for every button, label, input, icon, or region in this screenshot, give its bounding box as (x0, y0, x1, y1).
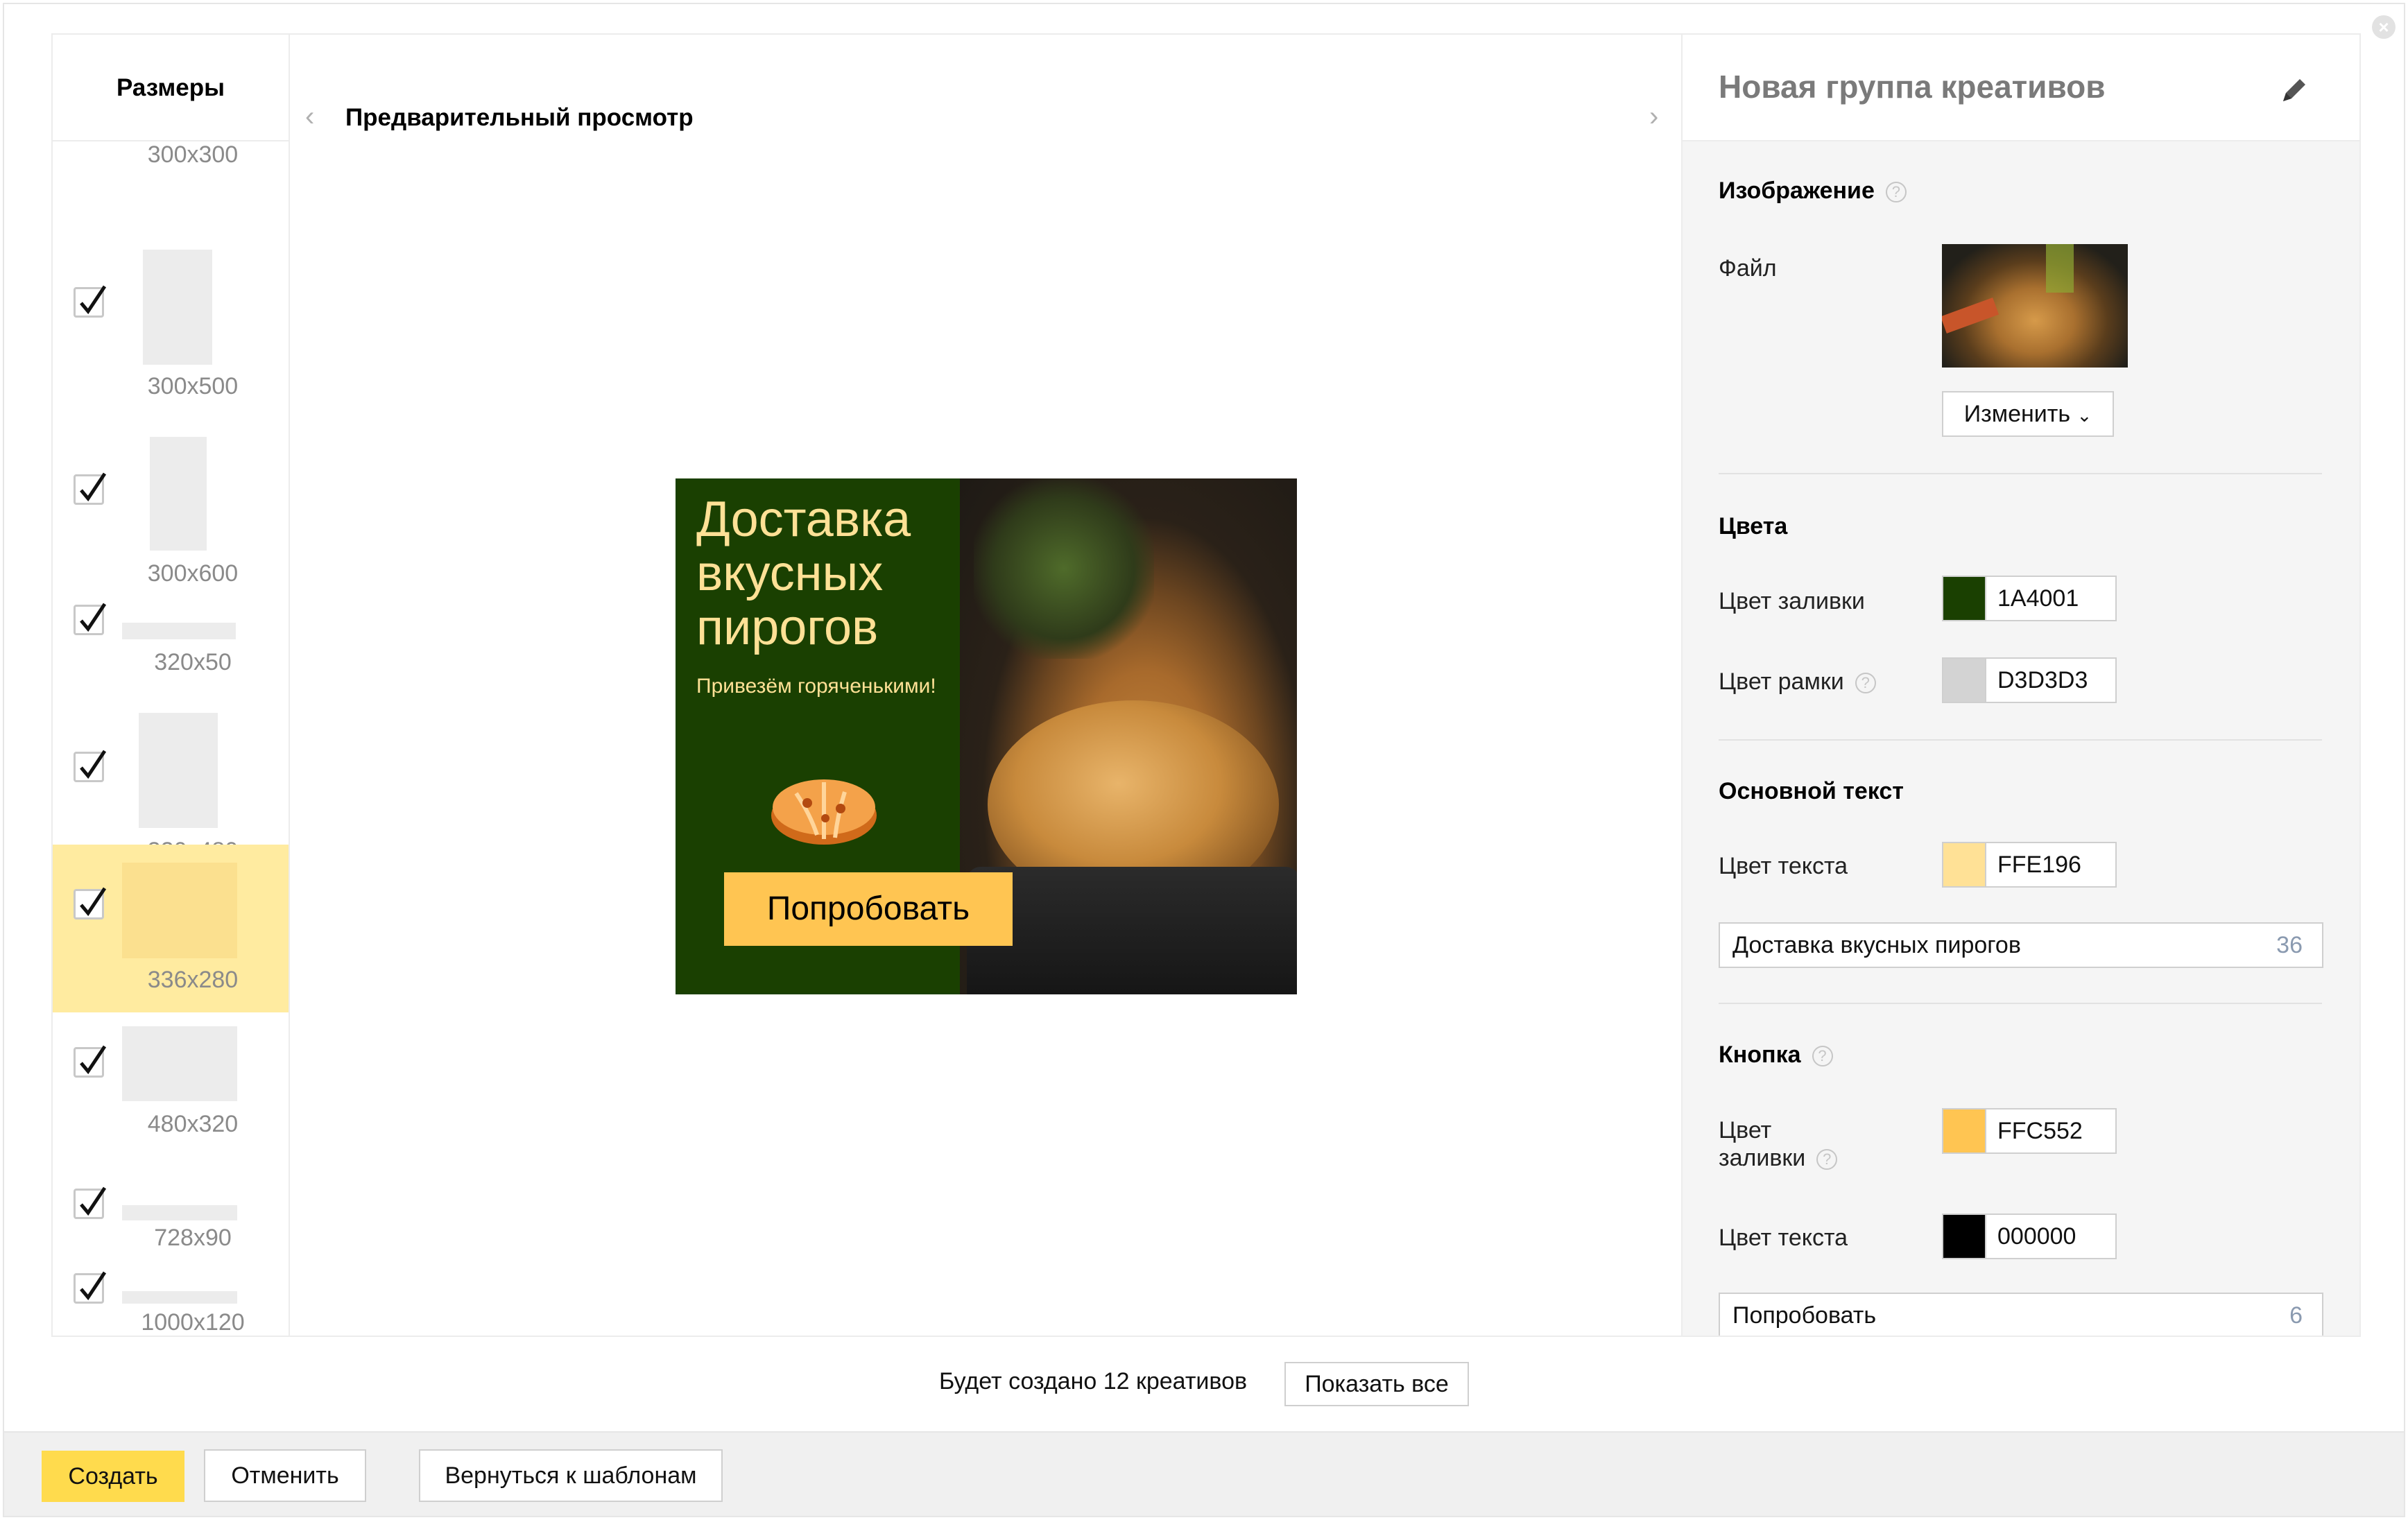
color-swatch[interactable] (1942, 576, 1986, 621)
size-thumbnail (122, 1291, 237, 1304)
group-title: Новая группа креативов (1719, 69, 2106, 105)
size-item-480x320[interactable]: 480x320 (53, 1012, 289, 1169)
checkmark-icon (80, 887, 107, 917)
size-thumbnail (143, 250, 212, 365)
char-counter: 36 (2276, 932, 2303, 958)
checkmark-icon (80, 603, 107, 632)
size-thumbnail (122, 1205, 237, 1220)
file-label: Файл (1719, 255, 1777, 282)
help-icon[interactable]: ? (1812, 1046, 1833, 1067)
checkmark-icon (80, 472, 107, 502)
button-section-title: Кнопка? (1719, 1042, 1833, 1069)
help-icon[interactable]: ? (1885, 182, 1907, 203)
color-swatch[interactable] (1942, 1108, 1986, 1154)
size-checkbox[interactable] (74, 750, 107, 782)
divider (1719, 1003, 2322, 1004)
checkmark-icon (80, 1271, 107, 1301)
size-checkbox[interactable] (74, 603, 107, 635)
size-thumbnail (139, 713, 218, 828)
show-all-button[interactable]: Показать все (1284, 1362, 1469, 1406)
size-checkbox[interactable] (74, 472, 107, 505)
text-color-input[interactable]: FFE196 (1985, 842, 2117, 888)
size-checkbox[interactable] (74, 1045, 107, 1078)
size-checkbox[interactable] (74, 285, 107, 318)
size-item-300x500[interactable]: 300x500 (53, 215, 289, 402)
size-item-320x50[interactable]: 320x50 (53, 589, 289, 682)
size-thumbnail (122, 623, 236, 639)
image-section-title: Изображение? (1719, 178, 1907, 205)
color-swatch[interactable] (1942, 657, 1986, 703)
chevron-right-icon[interactable]: › (1649, 101, 1658, 132)
main-text-section-title: Основной текст (1719, 778, 1904, 804)
checkmark-icon (80, 1186, 107, 1216)
back-to-templates-button[interactable]: Вернуться к шаблонам (419, 1449, 723, 1502)
fill-color-label: Цвет заливки (1719, 588, 1865, 614)
size-item-320x480[interactable]: 320x480 (53, 682, 289, 870)
preview-panel: ‹ Предварительный просмотр › Доставка вк… (290, 33, 1681, 1337)
checkmark-icon (80, 285, 107, 315)
pie-icon (771, 779, 877, 845)
button-fill-input[interactable]: FFC552 (1985, 1108, 2117, 1154)
checkmark-icon (80, 750, 107, 779)
image-thumbnail (1942, 244, 2128, 368)
size-label: 728x90 (154, 1225, 232, 1251)
colors-section-title: Цвета (1719, 513, 1788, 539)
create-button[interactable]: Создать (42, 1451, 184, 1502)
border-color-label: Цвет рамки? (1719, 668, 1876, 696)
help-icon[interactable]: ? (1855, 673, 1876, 694)
size-checkbox[interactable] (74, 1186, 107, 1219)
main-text-input[interactable]: Доставка вкусных пирогов 36 (1719, 922, 2323, 968)
settings-panel: Новая группа креативов Изображение? Файл… (1681, 33, 2361, 1337)
size-label: 1000x120 (141, 1309, 245, 1336)
border-color-input[interactable]: D3D3D3 (1985, 657, 2117, 703)
size-label: 480x320 (147, 1111, 239, 1137)
settings-header: Новая группа креативов (1683, 35, 2359, 141)
ad-cta-button: Попробовать (724, 872, 1013, 946)
size-item-728x90[interactable]: 728x90 (53, 1169, 289, 1255)
change-image-button[interactable]: Изменить ⌄ (1942, 391, 2114, 437)
ad-subtext: Привезём горяченькими! (696, 675, 936, 698)
button-text-color-label: Цвет текста (1719, 1225, 1848, 1251)
divider (1719, 739, 2322, 741)
cancel-button[interactable]: Отменить (204, 1449, 366, 1502)
button-text-color-input[interactable]: 000000 (1985, 1214, 2117, 1259)
char-counter: 6 (2289, 1302, 2303, 1329)
pencil-icon[interactable] (2279, 75, 2310, 105)
color-swatch[interactable] (1942, 1214, 1986, 1259)
close-icon[interactable]: × (2372, 15, 2396, 39)
fill-color-input[interactable]: 1A4001 (1985, 576, 2117, 621)
size-thumbnail (122, 863, 237, 958)
size-label: 300x500 (147, 373, 239, 399)
button-text-input[interactable]: Попробовать 6 (1719, 1293, 2323, 1336)
sizes-panel: Размеры 300x300 300x500 300x600 320x50 3… (51, 33, 290, 1337)
size-item-1000x120[interactable]: 1000x120 (53, 1255, 289, 1336)
divider (1719, 473, 2322, 474)
chevron-down-icon: ⌄ (2076, 405, 2092, 426)
size-label: 320x50 (154, 649, 232, 675)
size-label: 336x280 (147, 967, 239, 993)
size-thumbnail (122, 1026, 237, 1101)
help-icon[interactable]: ? (1816, 1149, 1838, 1171)
ad-preview: Доставка вкусных пирогов Привезём горяче… (676, 478, 1297, 994)
color-swatch[interactable] (1942, 842, 1986, 888)
preview-title: Предварительный просмотр (345, 104, 694, 131)
ad-headline: Доставка вкусных пирогов (696, 492, 911, 655)
checkmark-icon (80, 1045, 107, 1075)
size-item-300x300[interactable]: 300x300 (53, 141, 289, 169)
size-checkbox[interactable] (74, 887, 107, 919)
size-label: 300x300 (147, 141, 239, 168)
size-item-336x280[interactable]: 336x280 (53, 845, 289, 1012)
button-fill-label: Цвет заливки? (1719, 1116, 1838, 1172)
text-color-label: Цвет текста (1719, 853, 1848, 879)
footer-bar: Создать Отменить Вернуться к шаблонам (4, 1431, 2404, 1516)
sizes-title: Размеры (53, 35, 289, 141)
chevron-left-icon[interactable]: ‹ (305, 101, 314, 132)
size-label: 300x600 (147, 560, 239, 587)
size-thumbnail (150, 437, 207, 551)
size-checkbox[interactable] (74, 1271, 107, 1304)
size-item-300x600[interactable]: 300x600 (53, 402, 289, 589)
creatives-summary: Будет создано 12 креативов (939, 1368, 1248, 1394)
